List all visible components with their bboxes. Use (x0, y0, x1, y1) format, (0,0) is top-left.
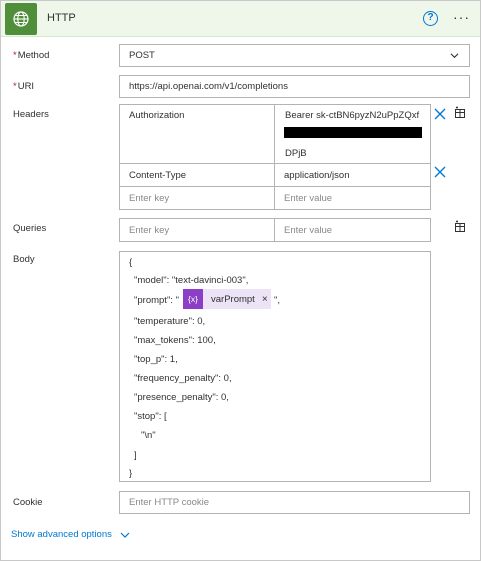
method-label-text: Method (17, 50, 50, 61)
header-key-content-type[interactable]: Content-Type (119, 163, 275, 187)
header-value-line3: DPjB (285, 148, 307, 159)
uri-label: *URI (13, 81, 34, 92)
placeholder-text: Enter value (284, 225, 333, 236)
body-line-model: "model": "text-davinci-003", (134, 275, 249, 286)
placeholder-text: Enter HTTP cookie (129, 497, 210, 508)
header-value-text: application/json (284, 170, 350, 181)
query-key-input[interactable]: Enter key (119, 218, 275, 242)
variable-token[interactable]: {x} varPrompt × (183, 289, 271, 309)
card-header[interactable]: HTTP ? ··· (1, 1, 480, 37)
close-icon[interactable] (434, 166, 446, 178)
placeholder-text: Enter key (129, 225, 170, 236)
body-line-prompt: "prompt": " (134, 295, 179, 306)
show-advanced-options-link[interactable]: Show advanced options (11, 529, 130, 540)
required-mark: * (13, 50, 17, 61)
cookie-label: Cookie (13, 497, 43, 508)
method-label: *Method (13, 50, 49, 61)
header-value-line1: Bearer sk-ctBN6pyzN2uPpZQxf (285, 110, 420, 121)
body-line-open: { (129, 257, 133, 268)
help-icon[interactable]: ? (423, 11, 438, 26)
query-value-input[interactable]: Enter value (274, 218, 431, 242)
more-options-icon[interactable]: ··· (453, 10, 470, 24)
advanced-link-text: Show advanced options (11, 529, 112, 540)
cookie-input[interactable]: Enter HTTP cookie (119, 491, 470, 514)
chevron-down-icon (120, 532, 130, 538)
headers-label: Headers (13, 109, 49, 120)
token-label: varPrompt (211, 293, 255, 305)
table-icon[interactable] (453, 106, 467, 120)
required-mark: * (13, 81, 17, 92)
close-icon[interactable] (434, 108, 446, 120)
redaction-bar (284, 127, 422, 138)
method-select[interactable]: POST (119, 44, 470, 67)
header-key-input[interactable]: Enter key (119, 186, 275, 210)
uri-label-text: URI (17, 81, 35, 92)
header-key-authorization[interactable]: Authorization (119, 104, 275, 164)
table-icon[interactable] (453, 220, 467, 234)
expression-icon: {x} (183, 289, 203, 309)
header-key-text: Content-Type (129, 170, 187, 181)
http-action-card: HTTP ? ··· *Method POST *URI https://api… (0, 0, 481, 561)
placeholder-text: Enter key (129, 193, 170, 204)
body-line-close-bracket: ] (134, 450, 137, 461)
body-line-max-tokens: "max_tokens": 100, (134, 335, 216, 346)
placeholder-text: Enter value (284, 193, 333, 204)
queries-label: Queries (13, 223, 47, 234)
card-title: HTTP (47, 12, 76, 24)
token-remove-icon[interactable]: × (262, 294, 268, 305)
header-key-text: Authorization (129, 110, 185, 121)
body-line-presence-penalty: "presence_penalty": 0, (134, 392, 229, 403)
body-line-temperature: "temperature": 0, (134, 316, 206, 327)
body-line-close: } (129, 468, 133, 479)
body-line-frequency-penalty: "frequency_penalty": 0, (134, 373, 232, 384)
method-value: POST (129, 50, 155, 61)
body-line-newline: "\n" (141, 430, 156, 441)
chevron-down-icon (450, 53, 459, 59)
body-line-prompt-suffix: ", (274, 295, 281, 306)
body-line-top-p: "top_p": 1, (134, 354, 178, 365)
body-line-stop: "stop": [ (134, 411, 167, 422)
header-value-content-type[interactable]: application/json (274, 163, 431, 187)
body-label: Body (13, 254, 35, 265)
header-value-input[interactable]: Enter value (274, 186, 431, 210)
globe-icon (5, 3, 37, 35)
uri-value: https://api.openai.com/v1/completions (129, 81, 288, 92)
uri-input[interactable]: https://api.openai.com/v1/completions (119, 75, 470, 98)
